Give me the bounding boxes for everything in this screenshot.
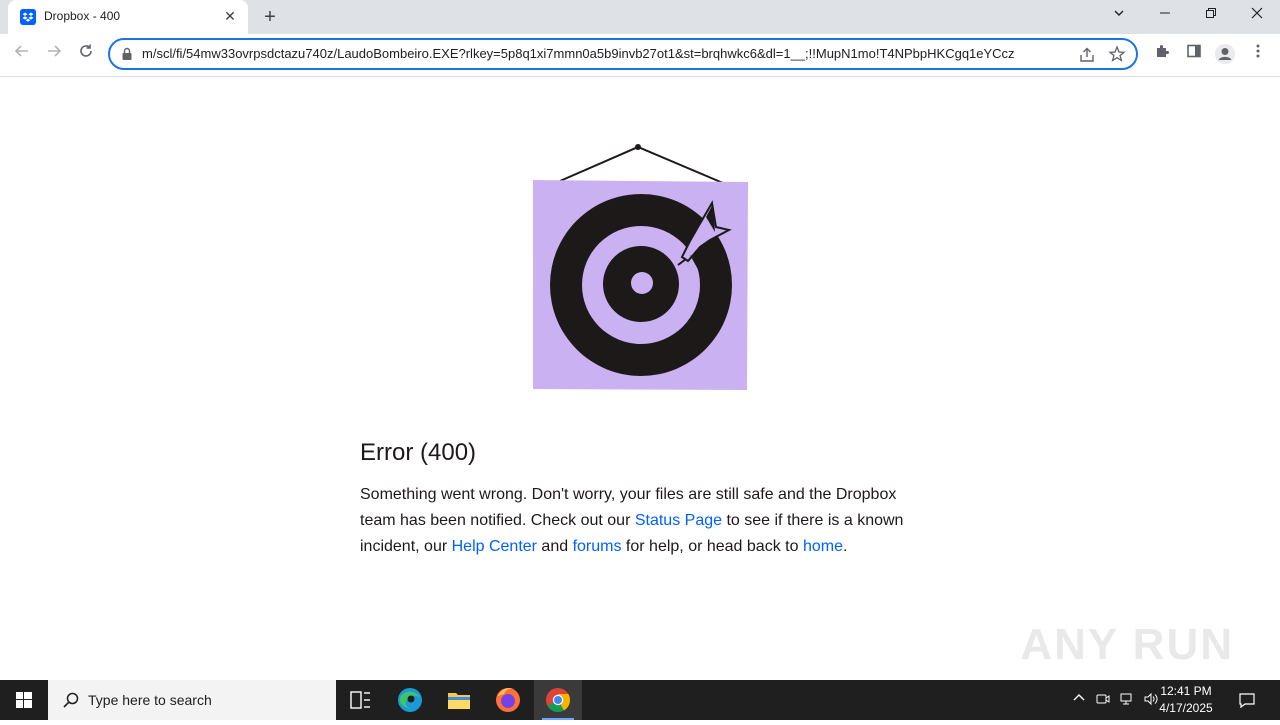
chevron-up-icon[interactable] [1070,691,1088,709]
error-text-part: for help, or head back to [621,538,803,555]
search-placeholder: Type here to search [88,692,212,708]
browser-toolbar: m/scl/fi/54mw33ovrpsdctazu740z/LaudoBomb… [0,34,1280,77]
side-panel-icon[interactable] [1182,43,1206,67]
share-icon[interactable] [1078,46,1096,64]
tab-dropbox[interactable]: Dropbox - 400 ✕ [8,0,248,34]
meet-now-icon[interactable] [1094,691,1112,709]
page-content: Error (400) Something went wrong. Don't … [0,77,1280,680]
file-explorer-icon[interactable] [435,680,483,720]
notifications-icon[interactable] [1238,691,1256,709]
task-view-icon[interactable] [336,680,384,720]
error-description: Something went wrong. Don't worry, your … [360,482,930,560]
firefox-icon[interactable] [484,680,532,720]
network-icon[interactable] [1118,691,1136,709]
forward-arrow-icon[interactable] [42,43,66,67]
edge-icon[interactable] [386,680,434,720]
page-title: Error (400) [360,439,477,466]
back-arrow-icon[interactable] [10,43,34,67]
minimize-icon[interactable] [1142,0,1188,30]
clock-date[interactable]: 4/17/2025 [1146,701,1226,715]
home-link[interactable]: home [803,538,843,555]
start-windows-icon[interactable] [0,680,48,720]
taskbar: Type here to search 12:41 PM 4/17/2025 [0,680,1280,720]
dropbox-icon [20,9,36,25]
close-window-icon[interactable] [1234,0,1280,30]
address-bar[interactable]: m/scl/fi/54mw33ovrpsdctazu740z/LaudoBomb… [108,38,1138,70]
clock-time[interactable]: 12:41 PM [1146,684,1226,698]
anyrun-watermark: ANY RUN [1020,620,1234,669]
tab-strip: Dropbox - 400 ✕ + [0,0,1280,34]
status-page-link[interactable]: Status Page [635,512,722,529]
search-icon [63,692,79,708]
tab-search-chevron-icon[interactable] [1096,0,1142,30]
target-illustration-icon [533,144,748,390]
profile-avatar-icon[interactable] [1213,43,1237,67]
taskbar-search-input[interactable]: Type here to search [48,680,336,720]
extensions-puzzle-icon[interactable] [1150,43,1174,67]
lock-icon[interactable] [120,47,134,61]
error-text-part: . [842,538,848,555]
tab-title: Dropbox - 400 [44,9,121,23]
error-text-part: and [536,538,573,555]
help-center-link[interactable]: Help Center [452,538,537,555]
restore-icon[interactable] [1188,0,1234,30]
menu-kebab-icon[interactable] [1246,43,1270,67]
url-text[interactable]: m/scl/fi/54mw33ovrpsdctazu740z/LaudoBomb… [142,46,1072,61]
tab-close-icon[interactable]: ✕ [222,8,238,24]
star-icon[interactable] [1108,45,1126,63]
forums-link[interactable]: forums [573,538,622,555]
reload-icon[interactable] [74,43,98,67]
new-tab-button[interactable]: + [258,5,282,29]
chrome-icon[interactable] [534,680,582,720]
